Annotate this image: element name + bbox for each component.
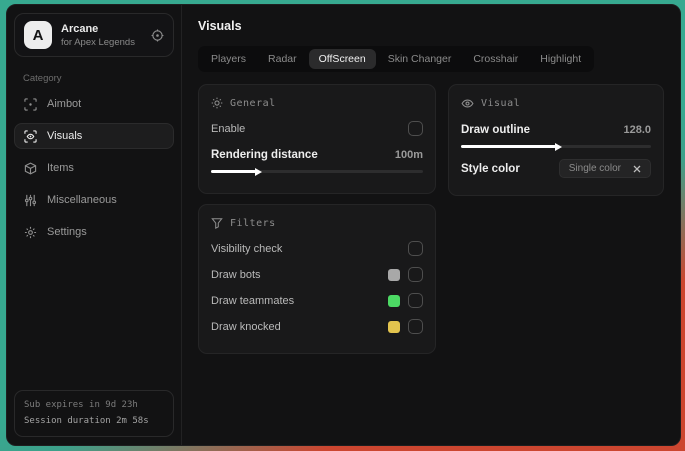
tab-radar[interactable]: Radar — [258, 49, 307, 69]
sidebar-item-miscellaneous[interactable]: Miscellaneous — [14, 187, 174, 213]
enable-label: Enable — [211, 122, 246, 135]
brand-card: A Arcane for Apex Legends — [14, 13, 174, 57]
enable-checkbox[interactable] — [408, 121, 423, 136]
enable-row: Enable — [211, 118, 423, 139]
sidebar-item-aimbot[interactable]: Aimbot — [14, 91, 174, 117]
brand-text: Arcane for Apex Legends — [61, 23, 135, 48]
style-color-select[interactable]: Single color — [558, 159, 651, 178]
scope-icon[interactable] — [151, 29, 164, 42]
visual-panel-title: Visual — [481, 98, 521, 109]
visibility-check-label: Visibility check — [211, 242, 283, 255]
app-subtitle: for Apex Legends — [61, 36, 135, 48]
sidebar-item-label: Items — [47, 162, 74, 174]
visibility-check-checkbox[interactable] — [408, 241, 423, 256]
draw-outline-slider[interactable] — [461, 145, 651, 148]
visuals-tabstrip: Players Radar OffScreen Skin Changer Cro… — [198, 46, 595, 72]
style-color-value: Single color — [568, 163, 621, 174]
filters-panel-title: Filters — [230, 217, 276, 229]
app-window: A Arcane for Apex Legends Category Aimbo… — [6, 4, 681, 446]
draw-teammates-row: Draw teammates — [211, 290, 423, 311]
draw-knocked-color-swatch[interactable] — [388, 320, 400, 333]
style-color-row: Style color Single color — [461, 158, 651, 179]
filters-panel-header: Filters — [211, 217, 423, 229]
category-label: Category — [23, 73, 62, 84]
draw-knocked-checkbox[interactable] — [408, 319, 423, 334]
draw-teammates-checkbox[interactable] — [408, 293, 423, 308]
sidebar-item-visuals[interactable]: Visuals — [14, 123, 174, 149]
funnel-icon — [211, 217, 223, 229]
draw-outline-value: 128.0 — [623, 123, 651, 136]
tab-players[interactable]: Players — [201, 49, 256, 69]
crosshair-icon — [24, 97, 37, 111]
visual-panel-header: Visual — [461, 97, 651, 110]
draw-outline-row: Draw outline 128.0 — [461, 119, 651, 140]
eye-icon — [461, 97, 474, 110]
sidebar-item-items[interactable]: Items — [14, 155, 174, 181]
rendering-distance-label: Rendering distance — [211, 148, 318, 161]
box-icon — [24, 161, 37, 175]
general-panel-title: General — [230, 97, 276, 109]
sidebar-item-label: Aimbot — [47, 98, 82, 110]
rendering-distance-row: Rendering distance 100m — [211, 144, 423, 165]
eye-scan-icon — [24, 129, 37, 143]
sun-icon — [211, 97, 223, 109]
sidebar-item-label: Visuals — [47, 130, 83, 142]
session-info-card: Sub expires in 9d 23h Session duration 2… — [14, 390, 174, 437]
draw-outline-slider-fill — [461, 145, 556, 148]
sub-expires-text: Sub expires in 9d 23h — [24, 400, 138, 411]
page-title: Visuals — [198, 19, 242, 33]
draw-teammates-label: Draw teammates — [211, 294, 295, 307]
style-color-label: Style color — [461, 162, 520, 175]
sidebar-item-label: Miscellaneous — [47, 194, 117, 206]
rendering-distance-value: 100m — [394, 148, 423, 161]
tab-skin-changer[interactable]: Skin Changer — [378, 49, 462, 69]
sidebar: A Arcane for Apex Legends Category Aimbo… — [7, 5, 182, 445]
main-content: Visuals Players Radar OffScreen Skin Cha… — [182, 5, 680, 445]
app-title: Arcane — [61, 22, 99, 35]
app-logo: A — [24, 21, 52, 49]
tab-highlight[interactable]: Highlight — [530, 49, 591, 69]
filters-panel: Filters Visibility check Draw bots Draw … — [198, 204, 436, 354]
draw-bots-label: Draw bots — [211, 268, 261, 281]
sliders-icon — [24, 194, 37, 207]
draw-bots-checkbox[interactable] — [408, 267, 423, 282]
tab-offscreen[interactable]: OffScreen — [308, 49, 376, 69]
rendering-distance-slider-fill — [211, 170, 256, 173]
sidebar-item-label: Settings — [47, 226, 87, 238]
tab-crosshair[interactable]: Crosshair — [463, 49, 528, 69]
draw-bots-color-swatch[interactable] — [388, 268, 400, 281]
gear-icon — [24, 226, 37, 239]
close-icon[interactable] — [633, 165, 641, 173]
draw-teammates-color-swatch[interactable] — [388, 294, 400, 307]
general-panel: General Enable Rendering distance 100m — [198, 84, 436, 194]
draw-knocked-row: Draw knocked — [211, 316, 423, 337]
draw-outline-label: Draw outline — [461, 123, 531, 136]
visual-panel: Visual Draw outline 128.0 Style color Si… — [448, 84, 664, 196]
rendering-distance-slider[interactable] — [211, 170, 423, 173]
draw-bots-row: Draw bots — [211, 264, 423, 285]
session-duration-text: Session duration 2m 58s — [24, 415, 149, 426]
sidebar-item-settings[interactable]: Settings — [14, 219, 174, 245]
draw-knocked-label: Draw knocked — [211, 320, 281, 333]
visibility-check-row: Visibility check — [211, 238, 423, 259]
sidebar-nav: Aimbot Visuals Items Miscellaneous Setti… — [14, 91, 174, 245]
general-panel-header: General — [211, 97, 423, 109]
